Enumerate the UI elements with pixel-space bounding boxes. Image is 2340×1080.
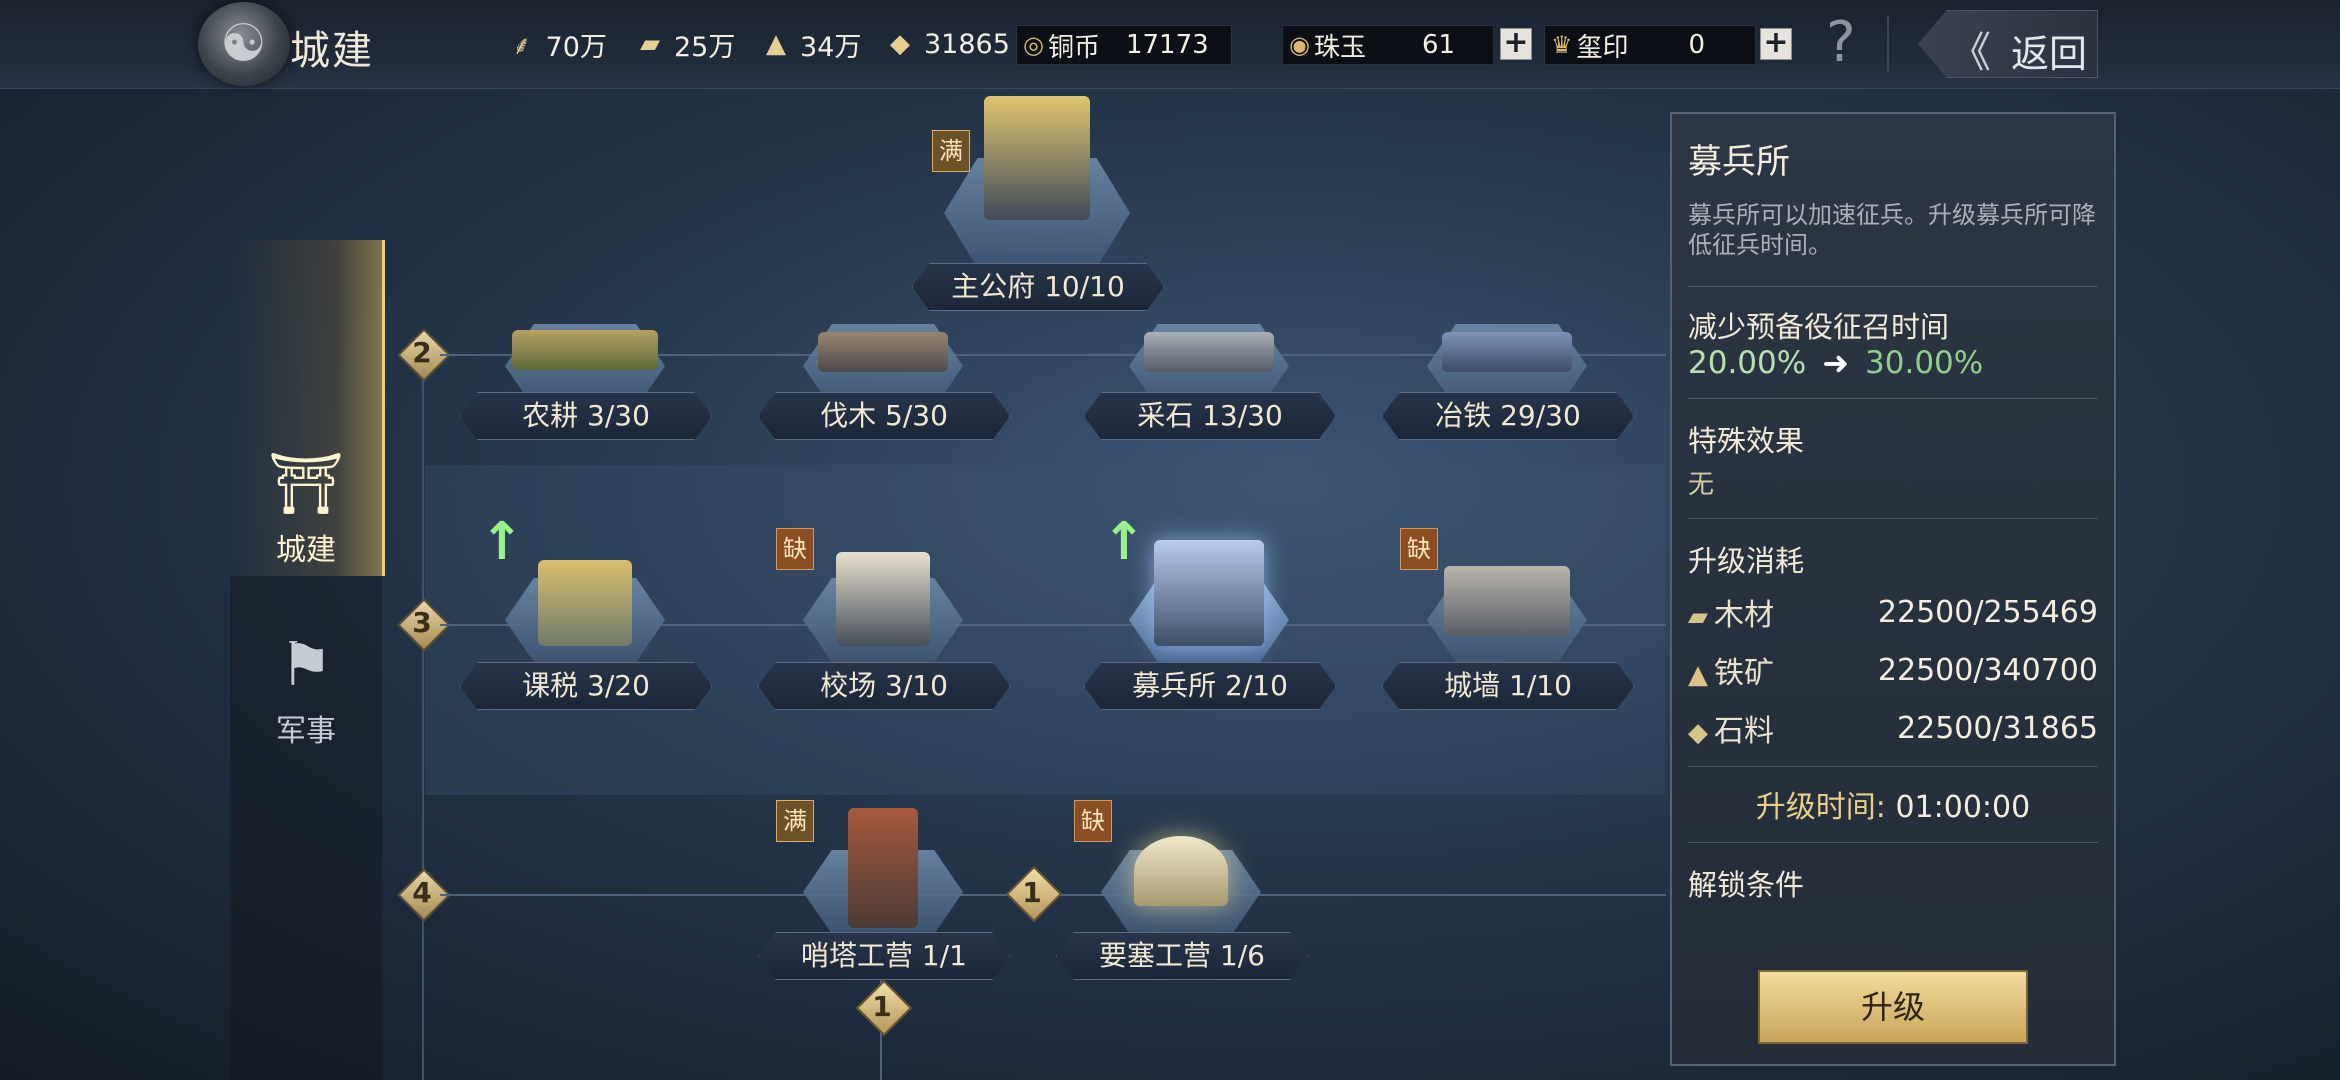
jade-icon: ◉	[1289, 31, 1310, 59]
iron-icon: ▲	[1688, 660, 1708, 690]
panel-divider	[1688, 518, 2098, 519]
fortress-camp-label: 要塞工营 1/6	[1056, 932, 1308, 980]
cost-row-iron: ▲ 铁矿 22500/340700	[1688, 652, 2098, 692]
main-hall-art	[984, 96, 1090, 220]
resource-wood: ▰ 25万	[640, 29, 736, 63]
left-nav: ⛩ 城建 ⚑ 军事	[230, 240, 385, 1080]
watchtower-camp-art	[848, 808, 918, 928]
nav-item-city-build[interactable]: ⛩ 城建	[230, 448, 382, 569]
lumber-art	[818, 332, 948, 372]
main-hall-label: 主公府 10/10	[912, 263, 1164, 311]
upgrade-button[interactable]: 升级	[1758, 970, 2028, 1044]
training-ground-art	[836, 552, 930, 646]
grain-icon: ⸙	[512, 31, 532, 61]
effect-values: 20.00% ➜ 30.00%	[1688, 344, 1984, 382]
resource-iron: ▲ 34万	[766, 29, 862, 63]
panel-divider	[1688, 842, 2098, 843]
panel-description: 募兵所可以加速征兵。升级募兵所可降低征兵时间。	[1688, 201, 2096, 259]
panel-divider	[1688, 766, 2098, 767]
wood-icon: ▰	[1688, 602, 1708, 632]
training-ground-label: 校场 3/10	[758, 662, 1010, 710]
stone-icon: ◆	[1688, 718, 1708, 748]
war-flag-icon: ⚑	[279, 630, 333, 700]
smelting-label: 冶铁 29/30	[1382, 392, 1634, 440]
farming-label: 农耕 3/30	[460, 392, 712, 440]
panel-divider	[1688, 286, 2098, 287]
shortage-tag: 缺	[1400, 528, 1438, 570]
recruitment-office-art	[1154, 540, 1264, 646]
shortage-tag: 缺	[776, 528, 814, 570]
upgrade-time: 升级时间: 01:00:00	[1755, 790, 2031, 825]
quarry-art	[1144, 332, 1274, 372]
back-arrow-icon: 《	[1949, 28, 1992, 77]
help-button[interactable]: ?	[1826, 10, 1856, 75]
wood-icon: ▰	[640, 29, 660, 59]
farming-art	[512, 330, 658, 370]
shortage-tag: 缺	[1074, 800, 1112, 842]
nav-item-military[interactable]: ⚑ 军事	[230, 630, 382, 750]
special-effect-label: 特殊效果	[1688, 424, 1805, 458]
arrow-right-icon: ➜	[1822, 344, 1850, 382]
special-effect-value: 无	[1688, 470, 1715, 500]
resource-stone: ◆ 31865	[890, 28, 1010, 60]
city-wall-label: 城墙 1/10	[1382, 662, 1634, 710]
max-level-tag: 满	[776, 800, 814, 842]
panel-divider	[1688, 398, 2098, 399]
topbar-divider	[1887, 16, 1889, 72]
seal-icon: ♛	[1551, 31, 1573, 59]
city-gate-icon: ⛩	[267, 449, 345, 519]
panel-title: 募兵所	[1688, 142, 1790, 182]
upgrade-available-icon: ↑	[480, 512, 524, 572]
currency-copper: ◎ 铜币 17173	[1016, 25, 1232, 65]
add-seal-button[interactable]: +	[1760, 28, 1792, 60]
stone-icon: ◆	[890, 29, 910, 59]
main-hall-max-tag: 满	[932, 130, 970, 172]
unlock-conditions-label: 解锁条件	[1688, 868, 1805, 902]
city-emblem-icon: ☯	[198, 2, 290, 86]
fortress-camp-art	[1134, 836, 1228, 906]
add-jade-button[interactable]: +	[1500, 28, 1532, 60]
top-bar: ☯ 城建 ⸙ 70万 ▰ 25万 ▲ 34万 ◆ 31865 ◎ 铜币 17173 ◉ …	[0, 0, 2340, 89]
upgrade-available-icon: ↑	[1102, 512, 1146, 572]
quarry-label: 采石 13/30	[1084, 392, 1336, 440]
page-title: 城建	[290, 28, 374, 74]
city-wall-art	[1444, 566, 1570, 636]
lumber-label: 伐木 5/30	[758, 392, 1010, 440]
currency-seal: ♛ 玺印 0	[1544, 25, 1756, 65]
taxation-art	[538, 560, 632, 646]
cost-row-stone: ◆ 石料 22500/31865	[1688, 710, 2098, 750]
upgrade-cost-label: 升级消耗	[1688, 544, 1805, 578]
tier-connector-line	[422, 350, 424, 1080]
smelting-art	[1442, 332, 1572, 372]
effect-label: 减少预备役征召时间	[1688, 310, 1950, 344]
iron-icon: ▲	[766, 29, 786, 59]
taxation-label: 课税 3/20	[460, 662, 712, 710]
copper-coin-icon: ◎	[1023, 31, 1044, 59]
recruitment-office-label: 募兵所 2/10	[1084, 662, 1336, 710]
cost-row-wood: ▰ 木材 22500/255469	[1688, 594, 2098, 634]
watchtower-camp-label: 哨塔工营 1/1	[758, 932, 1010, 980]
back-button[interactable]: 《 返回	[1918, 10, 2098, 78]
resource-grain: ⸙ 70万	[512, 24, 607, 64]
building-detail-panel: 募兵所 募兵所可以加速征兵。升级募兵所可降低征兵时间。 减少预备役征召时间 20…	[1670, 112, 2116, 1066]
currency-jade: ◉ 珠玉 61	[1282, 25, 1494, 65]
